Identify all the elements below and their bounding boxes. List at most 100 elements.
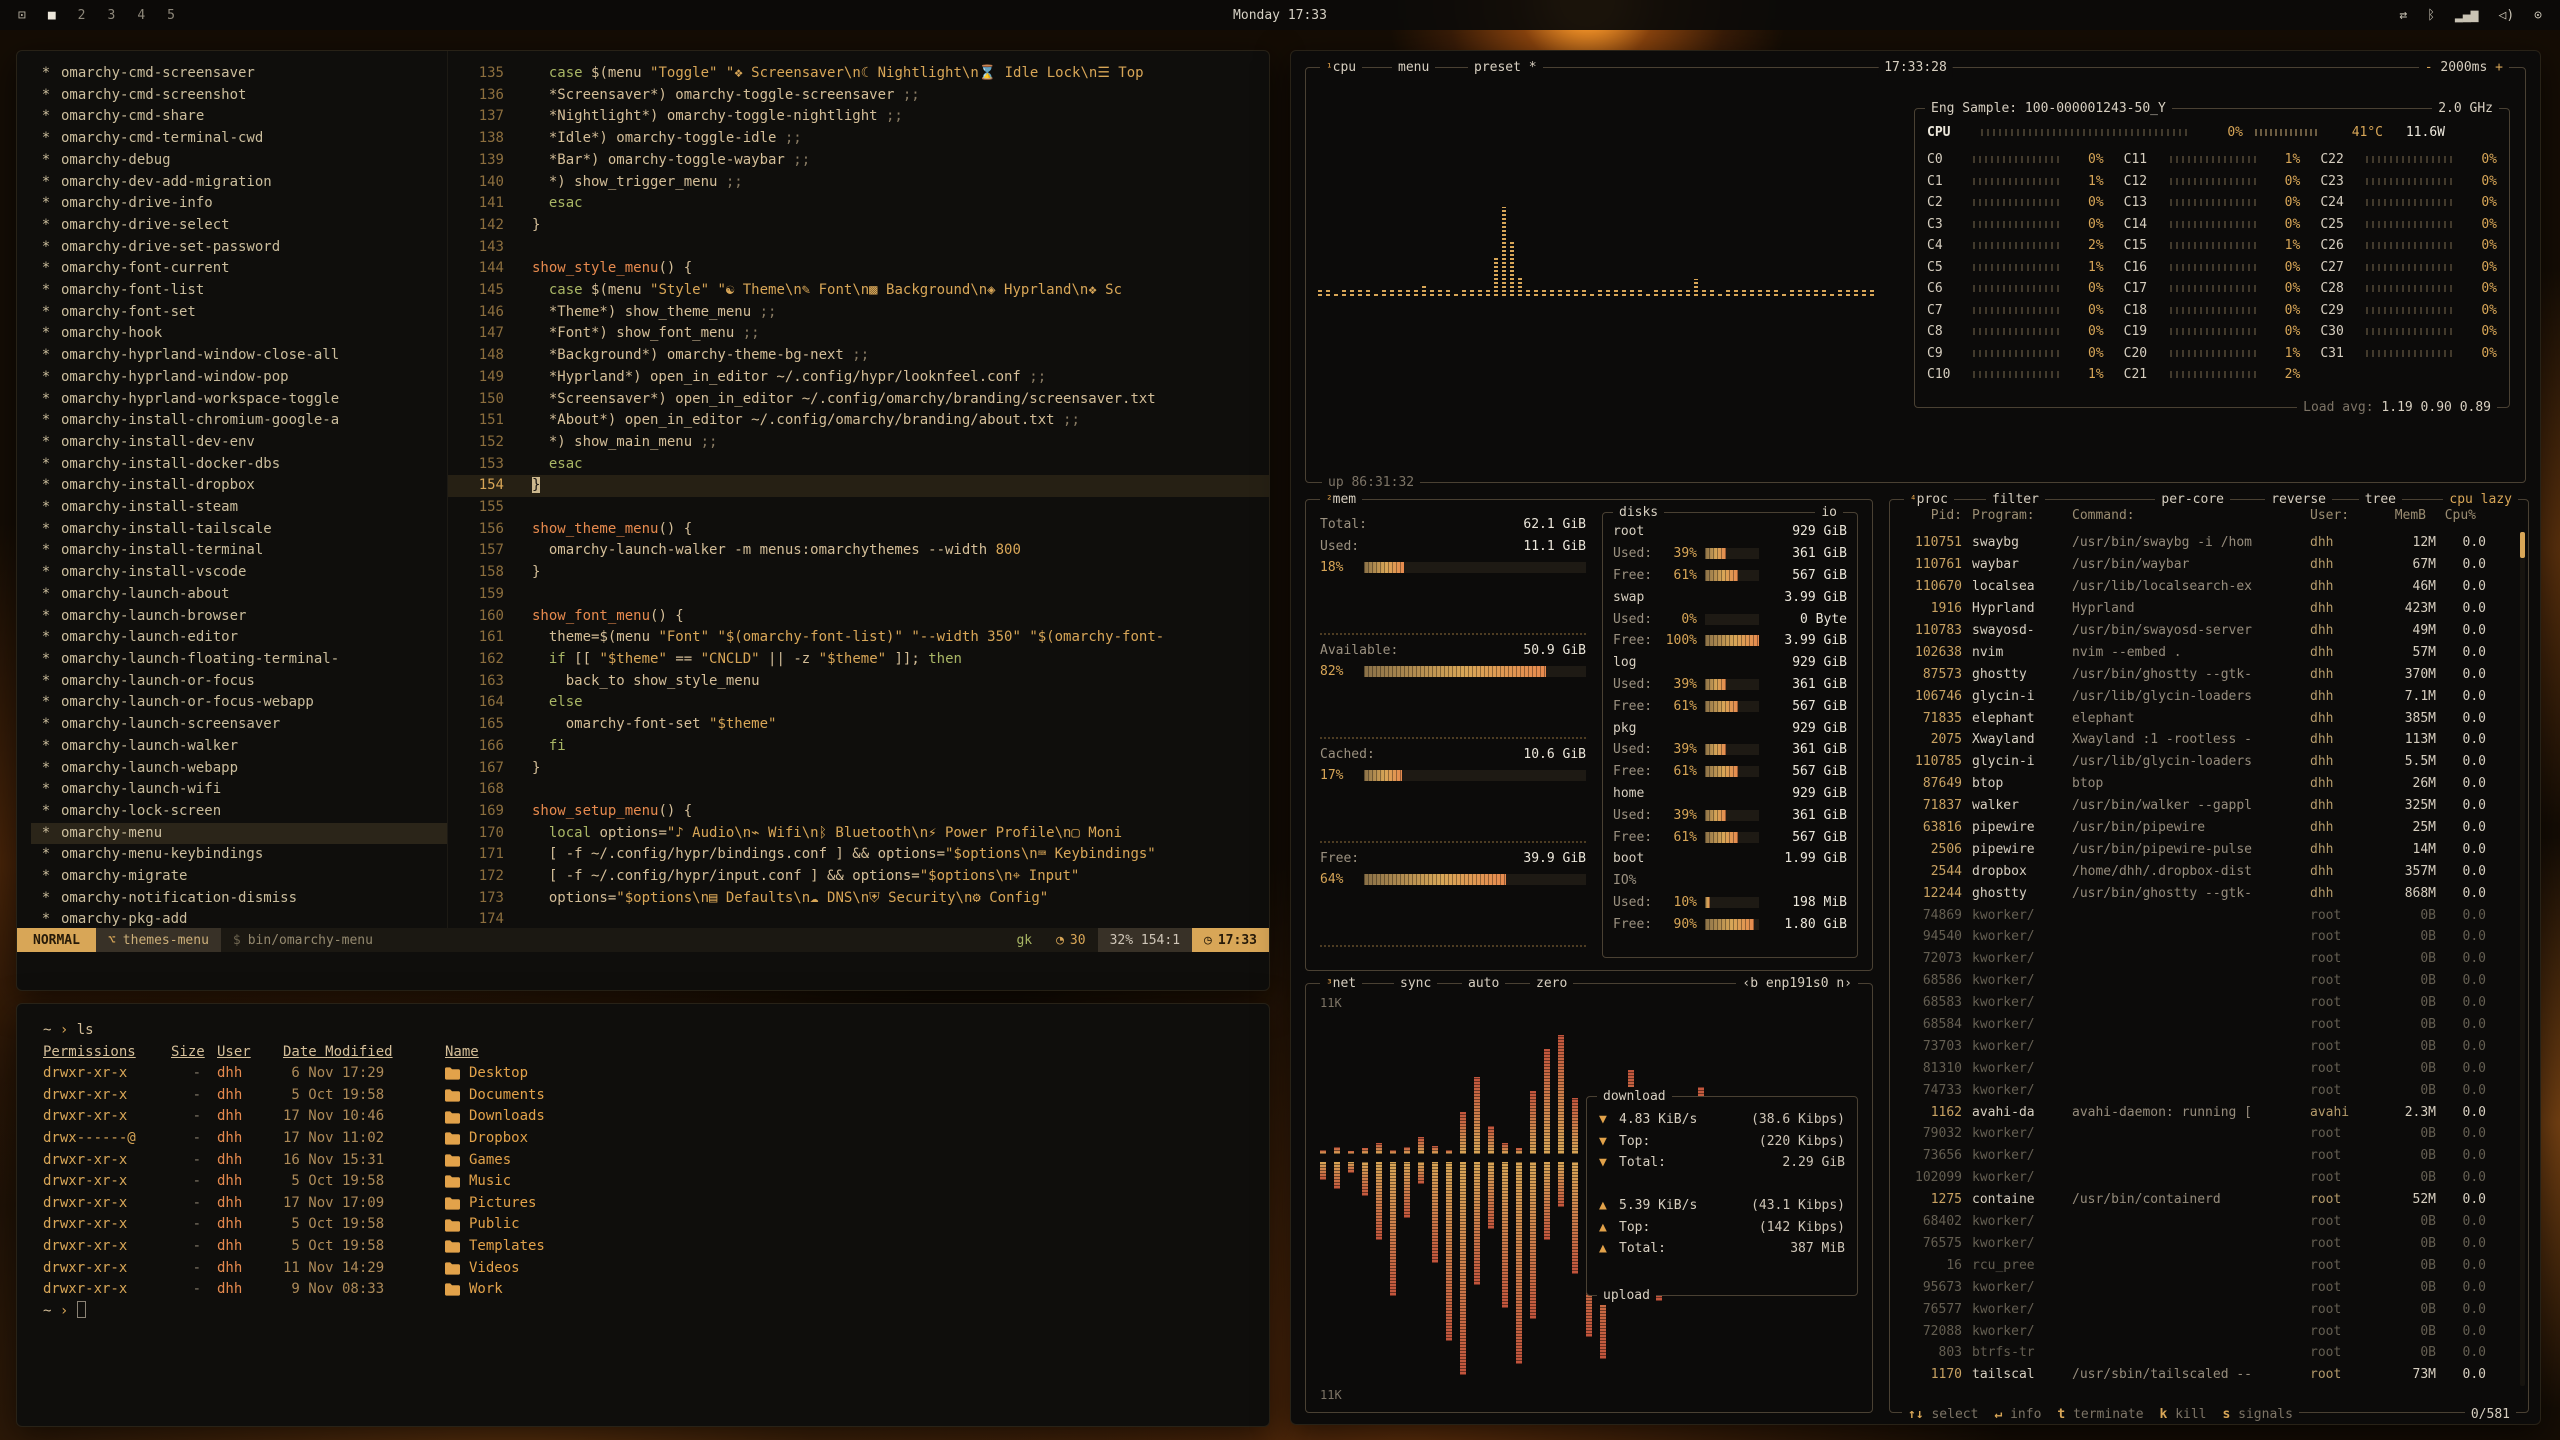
process-row[interactable]: 12244 ghostty /usr/bin/ghostty --gtk- dh… <box>1890 882 2518 904</box>
process-row[interactable]: 68584 kworker/ root 0B 0.0 <box>1890 1014 2518 1036</box>
file-item[interactable]: * omarchy-launch-about <box>31 584 447 606</box>
file-item[interactable]: * omarchy-font-list <box>31 280 447 302</box>
process-row[interactable]: 81310 kworker/ root 0B 0.0 <box>1890 1057 2518 1079</box>
file-item[interactable]: * omarchy-install-chromium-google-a <box>31 410 447 432</box>
workspace-button[interactable]: ⊡ <box>18 8 26 23</box>
process-row[interactable]: 76575 kworker/ root 0B 0.0 <box>1890 1233 2518 1255</box>
file-item[interactable]: * omarchy-launch-walker <box>31 736 447 758</box>
file-item[interactable]: * omarchy-drive-set-password <box>31 237 447 259</box>
process-header[interactable]: Pid: Program: Command: User: MemB Cpu% <box>1890 508 2518 523</box>
process-row[interactable]: 63816 pipewire /usr/bin/pipewire dhh 25M… <box>1890 817 2518 839</box>
workspace-button[interactable]: 3 <box>107 8 115 23</box>
footer-action[interactable]: t terminate <box>2057 1407 2143 1422</box>
process-row[interactable]: 71835 elephant elephant dhh 385M 0.0 <box>1890 707 2518 729</box>
process-row[interactable]: 68583 kworker/ root 0B 0.0 <box>1890 992 2518 1014</box>
terminal-window[interactable]: ~ › ls PermissionsSizeUserDate ModifiedN… <box>16 1003 1270 1427</box>
tray-icon[interactable]: ▂▄▆ <box>2455 8 2478 23</box>
workspace-button[interactable]: 4 <box>137 8 145 23</box>
file-item[interactable]: * omarchy-pkg-add <box>31 909 447 928</box>
workspace-button[interactable]: 5 <box>167 8 175 23</box>
process-row[interactable]: 73656 kworker/ root 0B 0.0 <box>1890 1145 2518 1167</box>
file-item[interactable]: * omarchy-launch-wifi <box>31 779 447 801</box>
footer-action[interactable]: s signals <box>2223 1407 2293 1422</box>
sort-selector[interactable]: cpu lazy <box>2443 490 2518 509</box>
process-row[interactable]: 2544 dropbox /home/dhh/.dropbox-dist dhh… <box>1890 860 2518 882</box>
file-item[interactable]: * omarchy-launch-editor <box>31 627 447 649</box>
process-row[interactable]: 106746 glycin-i /usr/lib/glycin-loaders … <box>1890 685 2518 707</box>
process-row[interactable]: 74869 kworker/ root 0B 0.0 <box>1890 904 2518 926</box>
process-row[interactable]: 74733 kworker/ root 0B 0.0 <box>1890 1079 2518 1101</box>
footer-action[interactable]: k kill <box>2160 1407 2207 1422</box>
process-row[interactable]: 1162 avahi-da avahi-daemon: running [ av… <box>1890 1101 2518 1123</box>
per-core-toggle[interactable]: per-core <box>2155 490 2230 509</box>
process-row[interactable]: 1170 tailscal /usr/sbin/tailscaled -- ro… <box>1890 1364 2518 1386</box>
process-row[interactable]: 73703 kworker/ root 0B 0.0 <box>1890 1035 2518 1057</box>
code-editor[interactable]: 135 case $(menu "Toggle" "❖ Screensaver\… <box>447 51 1269 928</box>
file-item[interactable]: * omarchy-migrate <box>31 866 447 888</box>
net-auto-toggle[interactable]: auto <box>1462 974 1505 993</box>
process-row[interactable]: 110785 glycin-i /usr/lib/glycin-loaders … <box>1890 751 2518 773</box>
file-item[interactable]: * omarchy-menu-keybindings <box>31 844 447 866</box>
file-item[interactable]: * omarchy-dev-add-migration <box>31 172 447 194</box>
process-row[interactable]: 72073 kworker/ root 0B 0.0 <box>1890 948 2518 970</box>
file-item[interactable]: * omarchy-debug <box>31 150 447 172</box>
file-item[interactable]: * omarchy-hook <box>31 323 447 345</box>
process-row[interactable]: 76577 kworker/ root 0B 0.0 <box>1890 1298 2518 1320</box>
file-item[interactable]: * omarchy-launch-or-focus <box>31 671 447 693</box>
file-item[interactable]: * omarchy-font-current <box>31 258 447 280</box>
file-item[interactable]: * omarchy-font-set <box>31 302 447 324</box>
file-item[interactable]: * omarchy-drive-info <box>31 193 447 215</box>
workspace-button[interactable]: ■ <box>48 8 56 23</box>
file-item[interactable]: * omarchy-hyprland-workspace-toggle <box>31 389 447 411</box>
file-item[interactable]: * omarchy-launch-or-focus-webapp <box>31 692 447 714</box>
process-row[interactable]: 71837 walker /usr/bin/walker --gappl dhh… <box>1890 795 2518 817</box>
file-item[interactable]: * omarchy-launch-webapp <box>31 758 447 780</box>
workspace-button[interactable]: 2 <box>78 8 86 23</box>
process-scrollbar[interactable] <box>2520 532 2525 1386</box>
process-row[interactable]: 102638 nvim nvim --embed . dhh 57M 0.0 <box>1890 641 2518 663</box>
process-row[interactable]: 2506 pipewire /usr/bin/pipewire-pulse dh… <box>1890 838 2518 860</box>
tray-icon[interactable]: ◁) <box>2499 8 2515 23</box>
process-row[interactable]: 68402 kworker/ root 0B 0.0 <box>1890 1211 2518 1233</box>
process-row[interactable]: 94540 kworker/ root 0B 0.0 <box>1890 926 2518 948</box>
process-row[interactable]: 16 rcu_pree root 0B 0.0 <box>1890 1254 2518 1276</box>
net-sync-toggle[interactable]: sync <box>1394 974 1437 993</box>
process-row[interactable]: 110670 localsea /usr/lib/localsearch-ex … <box>1890 576 2518 598</box>
net-zero-toggle[interactable]: zero <box>1530 974 1573 993</box>
process-row[interactable]: 95673 kworker/ root 0B 0.0 <box>1890 1276 2518 1298</box>
process-row[interactable]: 1275 containe /usr/bin/containerd root 5… <box>1890 1189 2518 1211</box>
file-item[interactable]: * omarchy-install-dev-env <box>31 432 447 454</box>
file-item[interactable]: * omarchy-install-vscode <box>31 562 447 584</box>
file-item[interactable]: * omarchy-notification-dismiss <box>31 888 447 910</box>
update-interval-control[interactable]: - 2000ms + <box>2419 58 2509 77</box>
file-item[interactable]: * omarchy-install-steam <box>31 497 447 519</box>
interval-increase[interactable]: + <box>2495 60 2503 75</box>
process-row[interactable]: 72088 kworker/ root 0B 0.0 <box>1890 1320 2518 1342</box>
file-item[interactable]: * omarchy-menu <box>31 823 447 845</box>
io-toggle[interactable]: io <box>1815 503 1843 522</box>
interval-decrease[interactable]: - <box>2425 60 2433 75</box>
file-item[interactable]: * omarchy-cmd-screensaver <box>31 63 447 85</box>
reverse-toggle[interactable]: reverse <box>2265 490 2332 509</box>
scrollbar-thumb[interactable] <box>2520 532 2525 558</box>
file-item[interactable]: * omarchy-cmd-screenshot <box>31 85 447 107</box>
process-row[interactable]: 87573 ghostty /usr/bin/ghostty --gtk- dh… <box>1890 663 2518 685</box>
file-item[interactable]: * omarchy-install-dropbox <box>31 475 447 497</box>
process-row[interactable]: 2075 Xwayland Xwayland :1 -rootless - dh… <box>1890 729 2518 751</box>
file-item[interactable]: * omarchy-hyprland-window-close-all <box>31 345 447 367</box>
file-item[interactable]: * omarchy-launch-floating-terminal- <box>31 649 447 671</box>
file-item[interactable]: * omarchy-cmd-terminal-cwd <box>31 128 447 150</box>
process-row[interactable]: 110783 swayosd- /usr/bin/swayosd-server … <box>1890 620 2518 642</box>
file-item[interactable]: * omarchy-cmd-share <box>31 106 447 128</box>
file-item[interactable]: * omarchy-install-tailscale <box>31 519 447 541</box>
file-item[interactable]: * omarchy-install-docker-dbs <box>31 454 447 476</box>
process-row[interactable]: 79032 kworker/ root 0B 0.0 <box>1890 1123 2518 1145</box>
tree-toggle[interactable]: tree <box>2359 490 2402 509</box>
footer-action[interactable]: ↑↓ select <box>1908 1407 1978 1422</box>
process-row[interactable]: 110751 swaybg /usr/bin/swaybg -i /hom dh… <box>1890 532 2518 554</box>
menu-button[interactable]: menu <box>1392 58 1435 77</box>
filter-button[interactable]: filter <box>1986 490 2045 509</box>
file-item[interactable]: * omarchy-drive-select <box>31 215 447 237</box>
file-item[interactable]: * omarchy-launch-screensaver <box>31 714 447 736</box>
process-row[interactable]: 1916 Hyprland Hyprland dhh 423M 0.0 <box>1890 598 2518 620</box>
